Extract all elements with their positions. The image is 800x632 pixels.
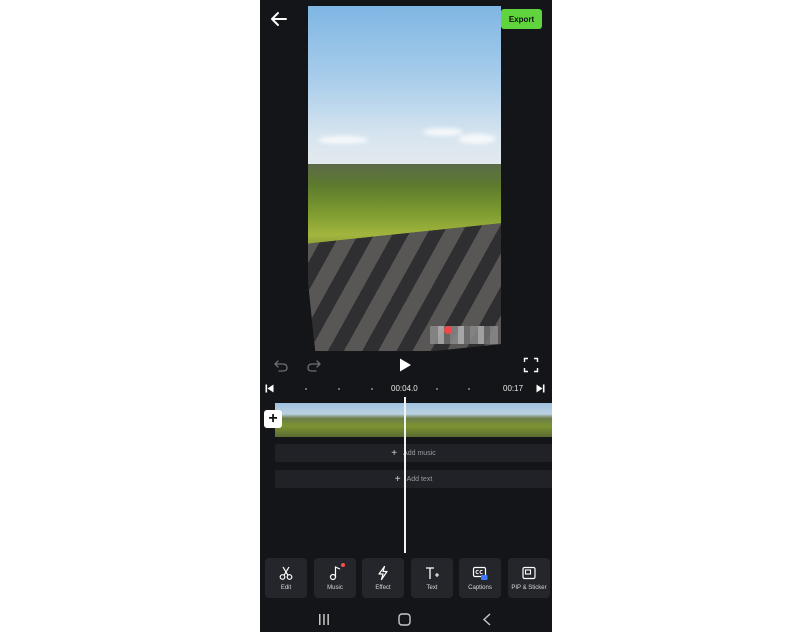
clip-thumbnail <box>539 403 552 437</box>
total-time: 00:17 <box>503 384 524 393</box>
fullscreen-icon[interactable] <box>523 357 539 373</box>
blurred-watermark <box>430 326 498 344</box>
clip-thumbnail <box>473 403 507 437</box>
home-icon[interactable] <box>398 613 411 626</box>
tool-effect-button[interactable]: Effect <box>362 558 404 598</box>
skip-end-icon[interactable] <box>536 384 545 393</box>
plus-icon: + <box>394 473 401 485</box>
tool-label: Edit <box>280 585 292 591</box>
tool-label: PIP & Sticker <box>511 585 547 591</box>
add-text-label: Add text <box>406 475 433 483</box>
tool-text-button[interactable]: Text <box>411 558 453 598</box>
tool-pip-sticker-button[interactable]: PIP & Sticker <box>508 558 550 598</box>
add-music-label: Add music <box>403 449 436 457</box>
current-time: 00:04.0 <box>391 384 418 393</box>
clip-thumbnail <box>308 403 342 437</box>
tool-captions-button[interactable]: Captions <box>459 558 501 598</box>
clip-thumbnail <box>440 403 474 437</box>
preview-cloud <box>423 128 463 136</box>
tool-edit-button[interactable]: Edit <box>265 558 307 598</box>
tool-music-button[interactable]: Music <box>314 558 356 598</box>
playhead[interactable] <box>404 397 406 553</box>
video-preview[interactable] <box>308 6 501 351</box>
notification-dot <box>341 563 345 567</box>
lightning-icon <box>378 565 388 581</box>
ruler-tick <box>305 388 307 390</box>
tool-label: Effect <box>375 585 391 591</box>
ruler-tick <box>371 388 373 390</box>
preview-cloud <box>318 136 368 144</box>
captions-ai-icon <box>472 566 488 580</box>
clip-thumbnail <box>341 403 375 437</box>
video-clip-track[interactable] <box>275 403 552 437</box>
tool-label: Text <box>426 585 438 591</box>
ruler-tick <box>338 388 340 390</box>
record-dot <box>444 326 452 334</box>
preview-cloud <box>458 134 496 144</box>
pip-icon <box>522 566 536 580</box>
nav-back-icon[interactable] <box>482 613 492 626</box>
music-note-icon <box>329 566 341 581</box>
plus-icon: + <box>268 410 278 427</box>
clip-thumbnail <box>374 403 408 437</box>
add-music-lane[interactable]: + Add music <box>275 444 552 462</box>
recent-apps-icon[interactable] <box>317 613 331 626</box>
add-clip-button[interactable]: + <box>264 410 282 428</box>
phone-screen: 1080p Export 00:04.0 00 <box>260 0 552 632</box>
play-icon[interactable] <box>397 357 413 373</box>
clip-thumbnail <box>506 403 540 437</box>
ruler-tick <box>436 388 438 390</box>
add-text-lane[interactable]: + Add text <box>275 470 552 488</box>
scissors-icon <box>279 566 293 580</box>
preview-sky <box>308 6 501 171</box>
text-icon <box>426 567 439 579</box>
clip-thumbnail <box>407 403 441 437</box>
tool-label: Captions <box>468 585 492 591</box>
undo-icon[interactable] <box>273 357 289 373</box>
timeline-ruler[interactable]: 00:04.0 00:17 <box>260 381 552 397</box>
plus-icon: + <box>391 447 398 459</box>
redo-icon[interactable] <box>306 357 322 373</box>
export-button[interactable]: Export <box>501 9 542 29</box>
skip-start-icon[interactable] <box>265 384 274 393</box>
ruler-tick <box>468 388 470 390</box>
back-arrow-icon[interactable] <box>268 8 290 30</box>
tool-label: Music <box>327 585 343 591</box>
